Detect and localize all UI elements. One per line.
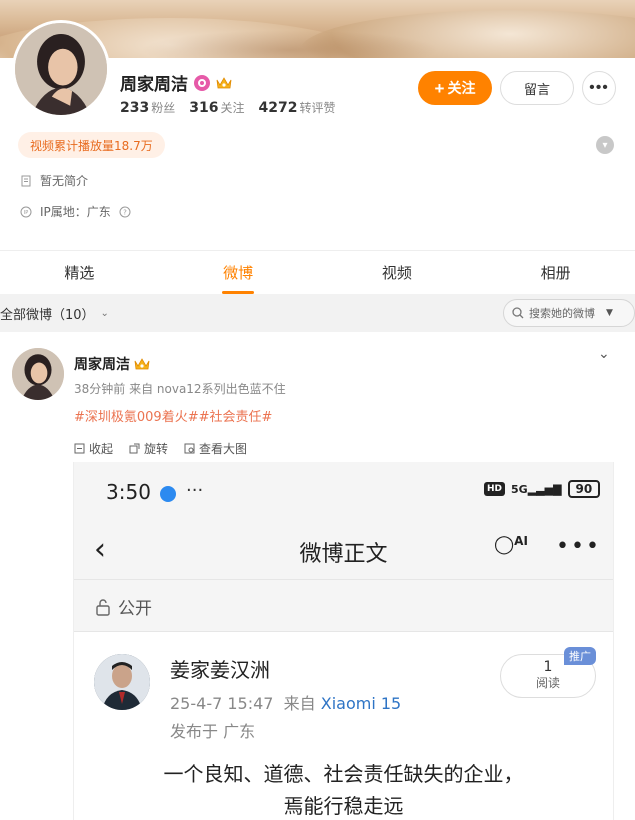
phone-status-bar: 3:50 ··· HD 5G▂▃▅▇ 90 (74, 462, 613, 522)
app-notification-icon (160, 486, 176, 502)
hd-icon: HD (484, 482, 506, 496)
promo-badge: 推广 (564, 647, 596, 665)
phone-post-location: 发布于 广东 (170, 722, 256, 741)
image-actions: 收起 旋转 查看大图 (74, 440, 247, 457)
bio-line: 暂无简介 (20, 172, 88, 189)
plus-icon: + (434, 78, 445, 98)
signal-icon: 5G▂▃▅▇ (511, 482, 562, 496)
phone-author-avatar (94, 654, 150, 710)
tab-weibo[interactable]: 微博 (159, 251, 318, 294)
profile-name: 周家周洁 (120, 75, 188, 95)
view-large-action[interactable]: 查看大图 (184, 440, 247, 457)
tab-featured[interactable]: 精选 (0, 251, 159, 294)
phone-nav-bar: ‹ 微博正文 ◯AI ••• (74, 522, 613, 580)
message-button[interactable]: 留言 (500, 71, 574, 105)
phone-post-text: 一个良知、道德、社会责任缺失的企业， 焉能行稳走远 (163, 762, 524, 818)
ai-search-icon: ◯AI (494, 534, 528, 555)
stat-interactions: 4272 转评赞 (258, 100, 336, 116)
post-hashtags[interactable]: #深圳极氪009着火##社会责任# (74, 406, 272, 425)
post-author-avatar[interactable] (12, 348, 64, 400)
profile-stats: 233 粉丝 316 关注 4272 转评赞 (120, 99, 335, 116)
filter-bar: 全部微博（10） ⌄ 搜索她的微博 ▼ (0, 294, 635, 332)
svg-text:?: ? (123, 208, 127, 216)
post-author-name[interactable]: 周家周洁 (74, 354, 130, 374)
post-meta: 38分钟前 来自 nova12系列出色蓝不住 (74, 382, 286, 396)
more-options-button[interactable]: ••• (582, 71, 616, 105)
search-icon (512, 307, 524, 319)
collapse-icon (74, 443, 85, 454)
follow-button[interactable]: + 关注 (418, 71, 492, 105)
expand-chevron-icon[interactable]: ▾ (596, 136, 614, 154)
tab-videos[interactable]: 视频 (318, 251, 477, 294)
phone-post-body: 姜家姜汉洲 25-4-7 15:47 来自 Xiaomi 15 发布于 广东 1… (74, 632, 613, 820)
profile-tabs: 精选 微博 视频 相册 (0, 250, 635, 294)
status-dots: ··· (186, 480, 204, 501)
phone-post-meta: 25-4-7 15:47 来自 Xiaomi 15 (170, 694, 402, 713)
svg-text:IP: IP (24, 210, 29, 216)
profile-avatar[interactable] (12, 20, 110, 118)
all-weibo-dropdown[interactable]: 全部微博（10） ⌄ (0, 294, 109, 332)
rotate-icon (129, 443, 140, 454)
ip-location-line: IP IP属地：广东 ? (20, 203, 131, 220)
status-time: 3:50 (106, 480, 151, 504)
verified-badge-icon (194, 74, 210, 91)
collapse-action[interactable]: 收起 (74, 440, 113, 457)
video-plays-tag[interactable]: 视频累计播放量18.7万 (18, 132, 165, 158)
phone-author-name: 姜家姜汉洲 (170, 658, 270, 682)
visibility-row: 公开 (74, 580, 613, 632)
phone-nav-title: 微博正文 (299, 542, 388, 567)
more-dots-icon: ••• (556, 534, 601, 559)
caret-down-icon: ▼ (606, 308, 613, 318)
unlock-icon (96, 598, 110, 616)
stat-followers[interactable]: 233 粉丝 (120, 99, 175, 116)
ip-icon: IP (20, 206, 32, 217)
chevron-down-icon: ⌄ (100, 307, 109, 319)
search-her-weibo-input[interactable]: 搜索她的微博 ▼ (503, 299, 635, 327)
crown-icon (216, 76, 232, 88)
tab-albums[interactable]: 相册 (476, 251, 635, 294)
stat-following[interactable]: 316 关注 (189, 99, 244, 116)
help-icon[interactable]: ? (119, 206, 131, 218)
document-icon (21, 175, 31, 186)
weibo-post: 周家周洁 38分钟前 来自 nova12系列出色蓝不住 #深圳极氪009着火##… (0, 332, 635, 820)
rotate-action[interactable]: 旋转 (129, 440, 168, 457)
image-icon (184, 443, 195, 454)
post-image[interactable]: 3:50 ··· HD 5G▂▃▅▇ 90 ‹ 微博正文 ◯AI ••• 公开 (73, 462, 614, 820)
crown-icon (134, 358, 150, 370)
battery-icon: 90 (567, 480, 601, 498)
post-menu-chevron-icon[interactable]: ⌄ (598, 346, 610, 362)
